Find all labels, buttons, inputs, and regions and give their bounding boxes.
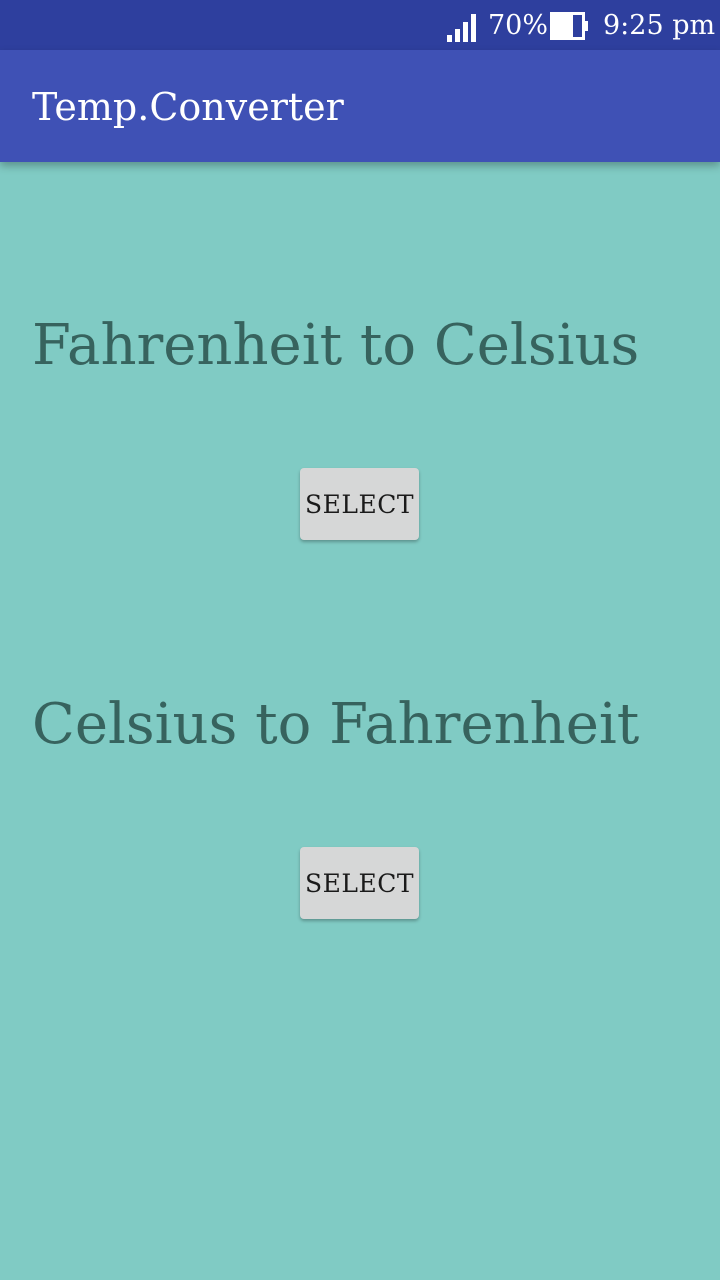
app-bar: Temp.Converter xyxy=(0,50,720,162)
status-bar: 70% 9:25 pm xyxy=(0,0,720,50)
fahrenheit-to-celsius-select-button[interactable]: SELECT xyxy=(300,468,419,540)
celsius-to-fahrenheit-select-button[interactable]: SELECT xyxy=(300,847,419,919)
signal-bars-icon xyxy=(447,14,476,42)
app-title: Temp.Converter xyxy=(32,85,344,129)
fahrenheit-to-celsius-title: Fahrenheit to Celsius xyxy=(32,313,640,378)
battery-percentage: 70% xyxy=(488,10,549,41)
celsius-to-fahrenheit-title: Celsius to Fahrenheit xyxy=(32,692,640,757)
status-clock: 9:25 pm xyxy=(603,10,716,41)
battery-icon xyxy=(550,12,588,40)
